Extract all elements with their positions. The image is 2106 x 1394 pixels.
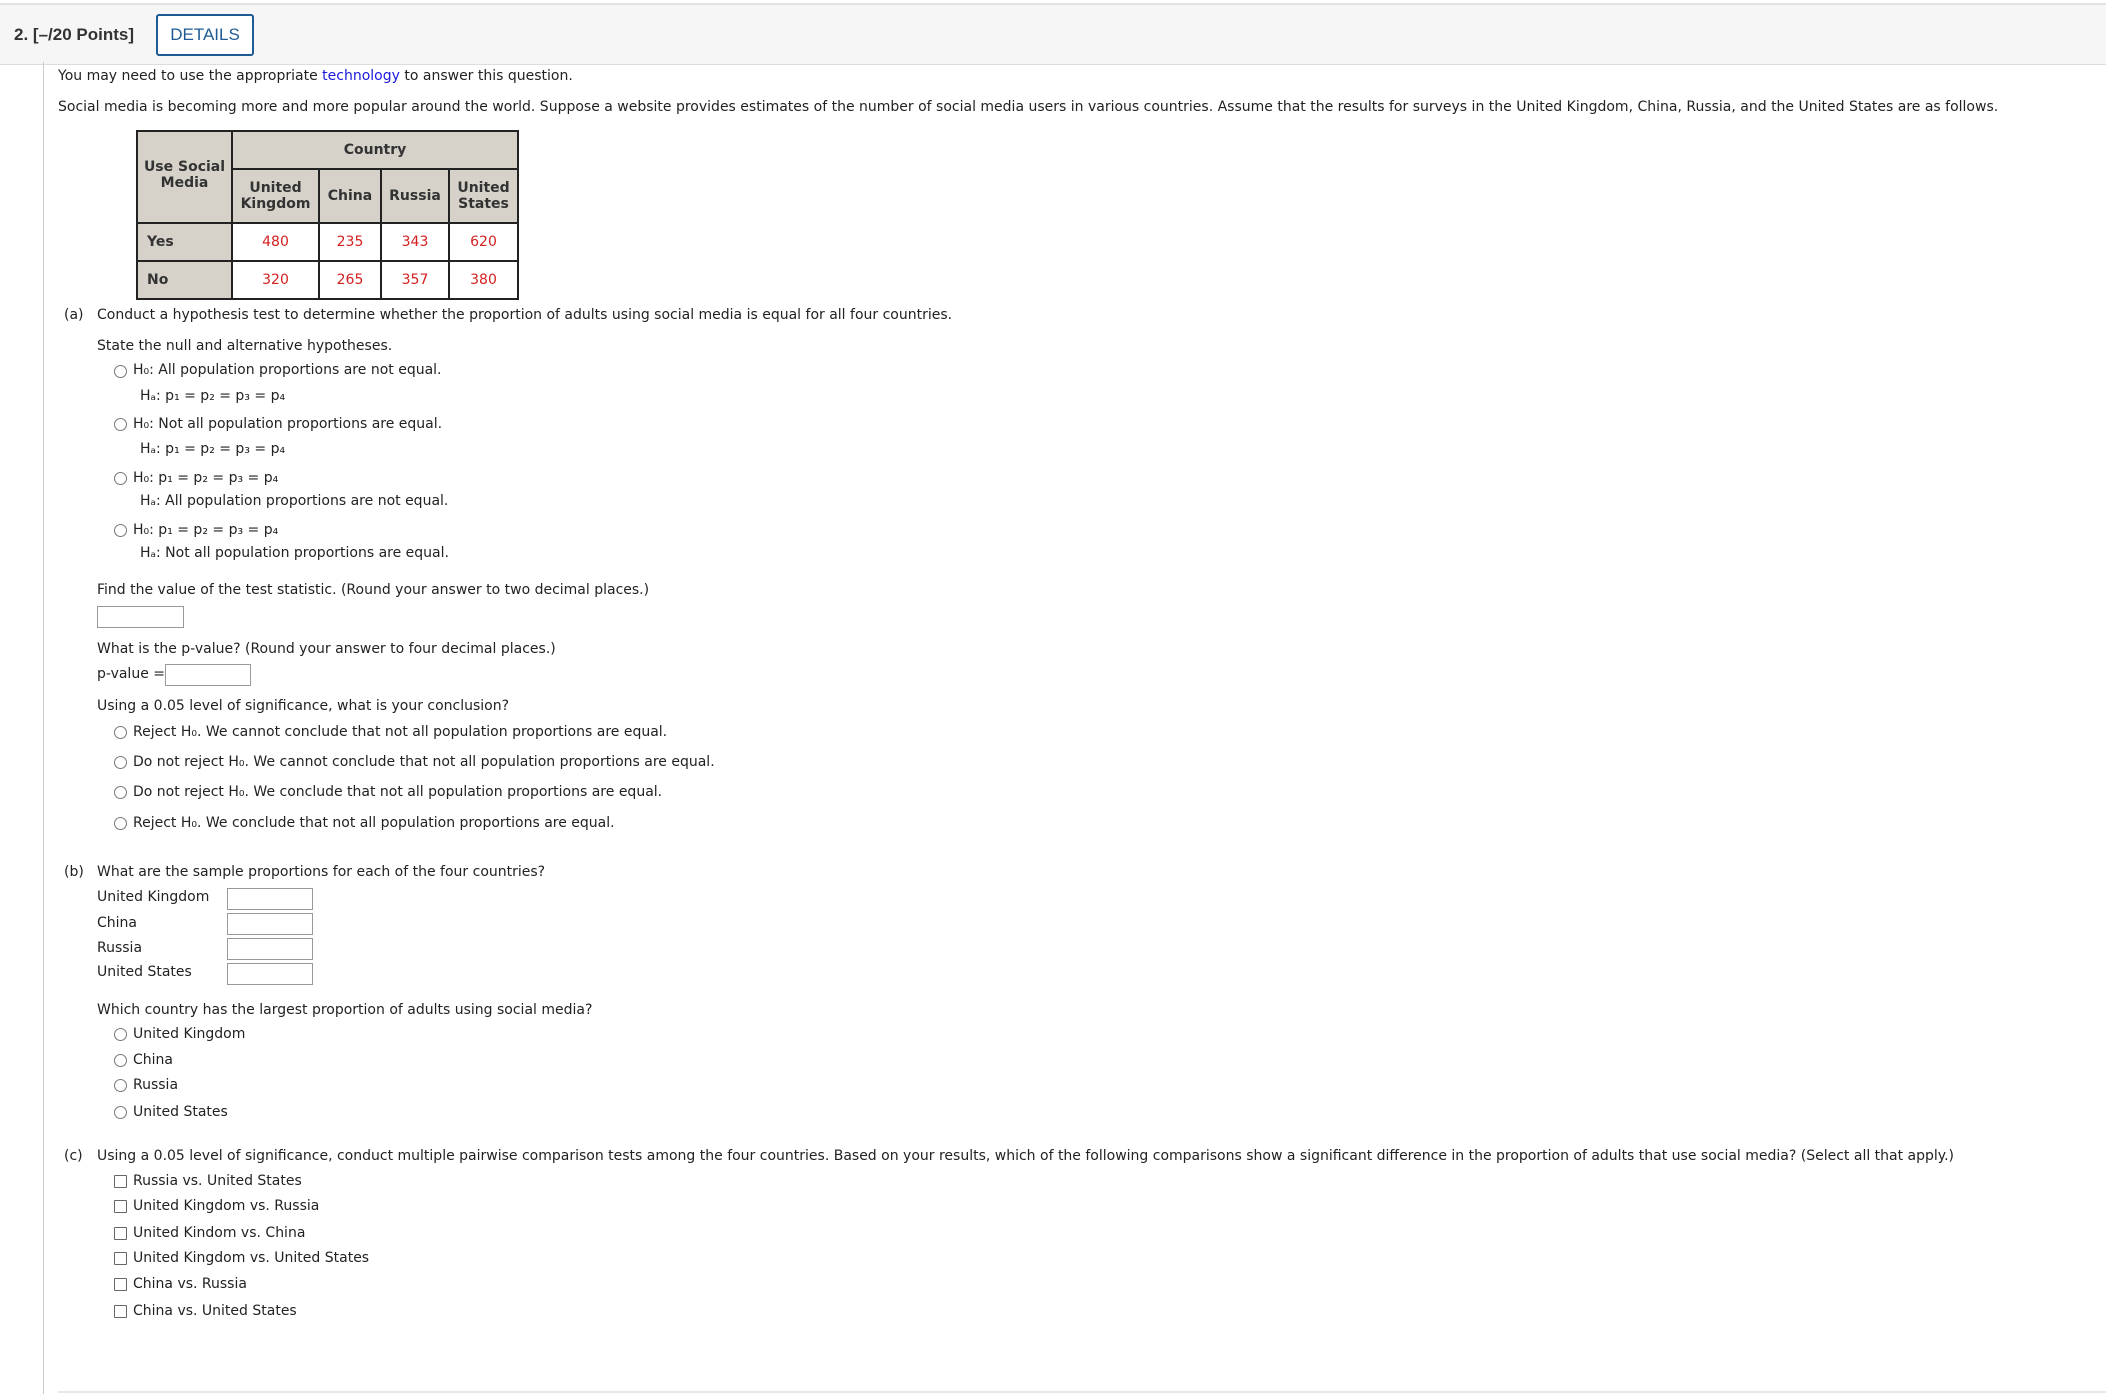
hypothesis-ha: Hₐ: Not all population proportions are e…: [140, 545, 449, 561]
table-cell: 380: [448, 260, 519, 300]
comparison-option: United Kingdom vs. Russia: [133, 1198, 320, 1214]
table-cell: 235: [318, 222, 382, 262]
hypothesis-h0: H₀: Not all population proportions are e…: [133, 416, 443, 432]
part-a-question: Conduct a hypothesis test to determine w…: [97, 307, 953, 323]
col-header: Russia: [380, 168, 450, 224]
conclusion-radio[interactable]: [114, 756, 127, 769]
points-label: [–/20 Points]: [32, 25, 135, 44]
hypothesis-radio[interactable]: [114, 418, 127, 431]
proportion-input-uk[interactable]: [227, 888, 313, 910]
data-table: Use Social Media Country United Kingdom …: [136, 130, 519, 300]
conclusion-radio[interactable]: [114, 786, 127, 799]
test-statistic-input[interactable]: [97, 606, 184, 628]
country-option: Russia: [133, 1077, 179, 1093]
intro-text: You may need to use the appropriate tech…: [58, 68, 573, 84]
question-header: 2. [–/20 Points] DETAILS: [0, 3, 2106, 65]
table-cell: 343: [380, 222, 450, 262]
table-cell: 620: [448, 222, 519, 262]
hypothesis-h0: H₀: p₁ = p₂ = p₃ = p₄: [133, 522, 279, 538]
hypothesis-radio[interactable]: [114, 472, 127, 485]
row-label: Yes: [136, 222, 233, 262]
details-button[interactable]: DETAILS: [156, 14, 254, 56]
hypothesis-ha: Hₐ: p₁ = p₂ = p₃ = p₄: [140, 388, 286, 404]
table-cell: 480: [231, 222, 320, 262]
col-header: China: [318, 168, 382, 224]
country-radio[interactable]: [114, 1079, 127, 1092]
comparison-checkbox[interactable]: [114, 1305, 127, 1318]
proportion-label: United States: [97, 964, 192, 980]
conclusion-option: Reject H₀. We conclude that not all popu…: [133, 815, 615, 831]
p-value-input[interactable]: [165, 664, 251, 686]
part-b-label: (b): [64, 864, 84, 880]
comparison-checkbox[interactable]: [114, 1200, 127, 1213]
content-divider: [43, 62, 44, 1394]
comparison-checkbox[interactable]: [114, 1252, 127, 1265]
table-cell: 265: [318, 260, 382, 300]
hypotheses-prompt: State the null and alternative hypothese…: [97, 338, 393, 354]
bottom-divider: [58, 1391, 2106, 1393]
conclusion-option: Do not reject H₀. We cannot conclude tha…: [133, 754, 715, 770]
col-header: United States: [448, 168, 519, 224]
conclusion-option: Do not reject H₀. We conclude that not a…: [133, 784, 663, 800]
comparison-option: United Kingdom vs. United States: [133, 1250, 370, 1266]
country-option: United States: [133, 1104, 228, 1120]
comparison-option: United Kindom vs. China: [133, 1225, 306, 1241]
proportion-label: United Kingdom: [97, 889, 210, 905]
proportion-input-china[interactable]: [227, 913, 313, 935]
comparison-checkbox[interactable]: [114, 1227, 127, 1240]
country-option: China: [133, 1052, 173, 1068]
country-radio[interactable]: [114, 1106, 127, 1119]
comparison-checkbox[interactable]: [114, 1175, 127, 1188]
largest-prompt: Which country has the largest proportion…: [97, 1002, 593, 1018]
comparison-option: Russia vs. United States: [133, 1173, 302, 1189]
question-points: 2. [–/20 Points]: [14, 25, 134, 45]
test-statistic-prompt: Find the value of the test statistic. (R…: [97, 582, 650, 598]
row-label: No: [136, 260, 233, 300]
comparison-option: China vs. Russia: [133, 1276, 247, 1292]
question-number: 2.: [14, 25, 29, 44]
part-c-question: Using a 0.05 level of significance, cond…: [97, 1148, 1954, 1164]
part-b-question: What are the sample proportions for each…: [97, 864, 546, 880]
conclusion-radio[interactable]: [114, 817, 127, 830]
table-cell: 357: [380, 260, 450, 300]
hypothesis-h0: H₀: All population proportions are not e…: [133, 362, 442, 378]
country-option: United Kingdom: [133, 1026, 246, 1042]
comparison-checkbox[interactable]: [114, 1278, 127, 1291]
part-c-label: (c): [64, 1148, 83, 1164]
intro-prefix: You may need to use the appropriate: [58, 68, 323, 84]
comparison-option: China vs. United States: [133, 1303, 297, 1319]
part-a-label: (a): [64, 307, 84, 323]
technology-link[interactable]: technology: [322, 68, 400, 84]
country-radio[interactable]: [114, 1028, 127, 1041]
table-cell: 320: [231, 260, 320, 300]
intro-suffix: to answer this question.: [399, 68, 573, 84]
proportion-input-russia[interactable]: [227, 938, 313, 960]
proportion-label: China: [97, 915, 137, 931]
proportion-label: Russia: [97, 940, 143, 956]
problem-text: Social media is becoming more and more p…: [58, 99, 1999, 115]
hypothesis-ha: Hₐ: p₁ = p₂ = p₃ = p₄: [140, 441, 286, 457]
p-value-prompt: What is the p-value? (Round your answer …: [97, 641, 556, 657]
conclusion-option: Reject H₀. We cannot conclude that not a…: [133, 724, 668, 740]
conclusion-radio[interactable]: [114, 726, 127, 739]
col-header: United Kingdom: [231, 168, 320, 224]
row-header: Use Social Media: [136, 130, 233, 224]
p-value-label: p-value =: [97, 666, 165, 682]
conclusion-prompt: Using a 0.05 level of significance, what…: [97, 698, 510, 714]
hypothesis-radio[interactable]: [114, 365, 127, 378]
proportion-input-us[interactable]: [227, 963, 313, 985]
col-group-header: Country: [231, 130, 519, 170]
hypothesis-h0: H₀: p₁ = p₂ = p₃ = p₄: [133, 470, 279, 486]
country-radio[interactable]: [114, 1054, 127, 1067]
hypothesis-ha: Hₐ: All population proportions are not e…: [140, 493, 449, 509]
hypothesis-radio[interactable]: [114, 524, 127, 537]
